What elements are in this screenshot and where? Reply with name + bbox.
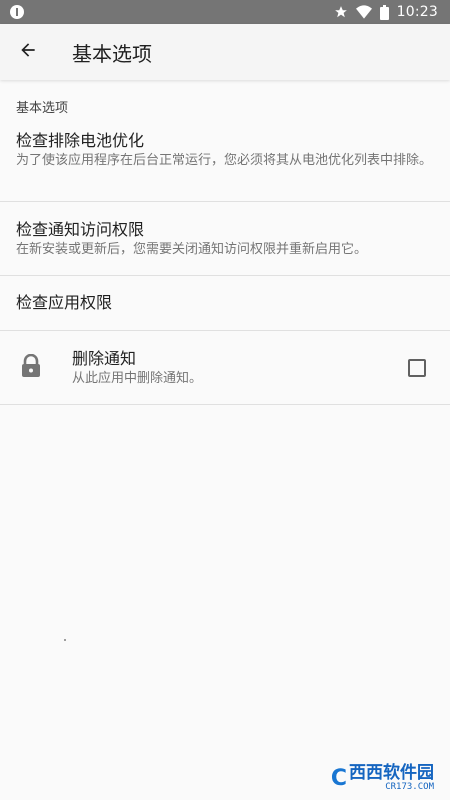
watermark-logo: C bbox=[330, 765, 347, 791]
pref-app-permissions[interactable]: 检查应用权限 bbox=[0, 276, 450, 331]
pref-summary: 在新安装或更新后，您需要关闭通知访问权限并重新启用它。 bbox=[16, 241, 368, 257]
page-title: 基本选项 bbox=[72, 41, 152, 66]
app-bar: 基本选项 bbox=[0, 24, 450, 80]
lock-icon bbox=[20, 353, 42, 382]
notification-icon bbox=[10, 5, 24, 19]
battery-icon bbox=[379, 4, 389, 20]
pref-title: 检查排除电池优化 bbox=[16, 131, 145, 150]
arrow-back-icon bbox=[18, 40, 38, 64]
pref-title: 删除通知 bbox=[72, 348, 137, 368]
pref-notification-access[interactable]: 检查通知访问权限 在新安装或更新后，您需要关闭通知访问权限并重新启用它。 bbox=[0, 202, 450, 276]
pref-summary: 为了使该应用程序在后台正常运行，您必须将其从电池优化列表中排除。 bbox=[16, 153, 433, 168]
section-header: 基本选项 bbox=[16, 101, 69, 116]
clock: 10:23 bbox=[396, 4, 438, 20]
pref-remove-notifications[interactable]: 删除通知 从此应用中删除通知。 bbox=[0, 331, 450, 405]
status-bar: 10:23 bbox=[0, 0, 450, 24]
preference-list: 基本选项 检查排除电池优化 为了使该应用程序在后台正常运行，您必须将其从电池优化… bbox=[0, 80, 450, 405]
pref-battery-optimization[interactable]: 检查排除电池优化 为了使该应用程序在后台正常运行，您必须将其从电池优化列表中排除… bbox=[0, 122, 450, 202]
star-icon bbox=[334, 5, 348, 19]
remove-notifications-checkbox[interactable] bbox=[408, 358, 426, 377]
stray-dot bbox=[64, 639, 66, 641]
watermark-brand: 西西软件园 bbox=[349, 763, 434, 783]
watermark-url: CR173.COM bbox=[385, 782, 434, 792]
back-button[interactable] bbox=[0, 24, 56, 80]
pref-title: 检查通知访问权限 bbox=[16, 219, 145, 239]
pref-summary: 从此应用中删除通知。 bbox=[72, 370, 203, 386]
pref-title: 检查应用权限 bbox=[16, 293, 113, 312]
watermark: C 西西软件园 CR173.COM bbox=[331, 764, 434, 792]
wifi-icon bbox=[355, 5, 372, 19]
